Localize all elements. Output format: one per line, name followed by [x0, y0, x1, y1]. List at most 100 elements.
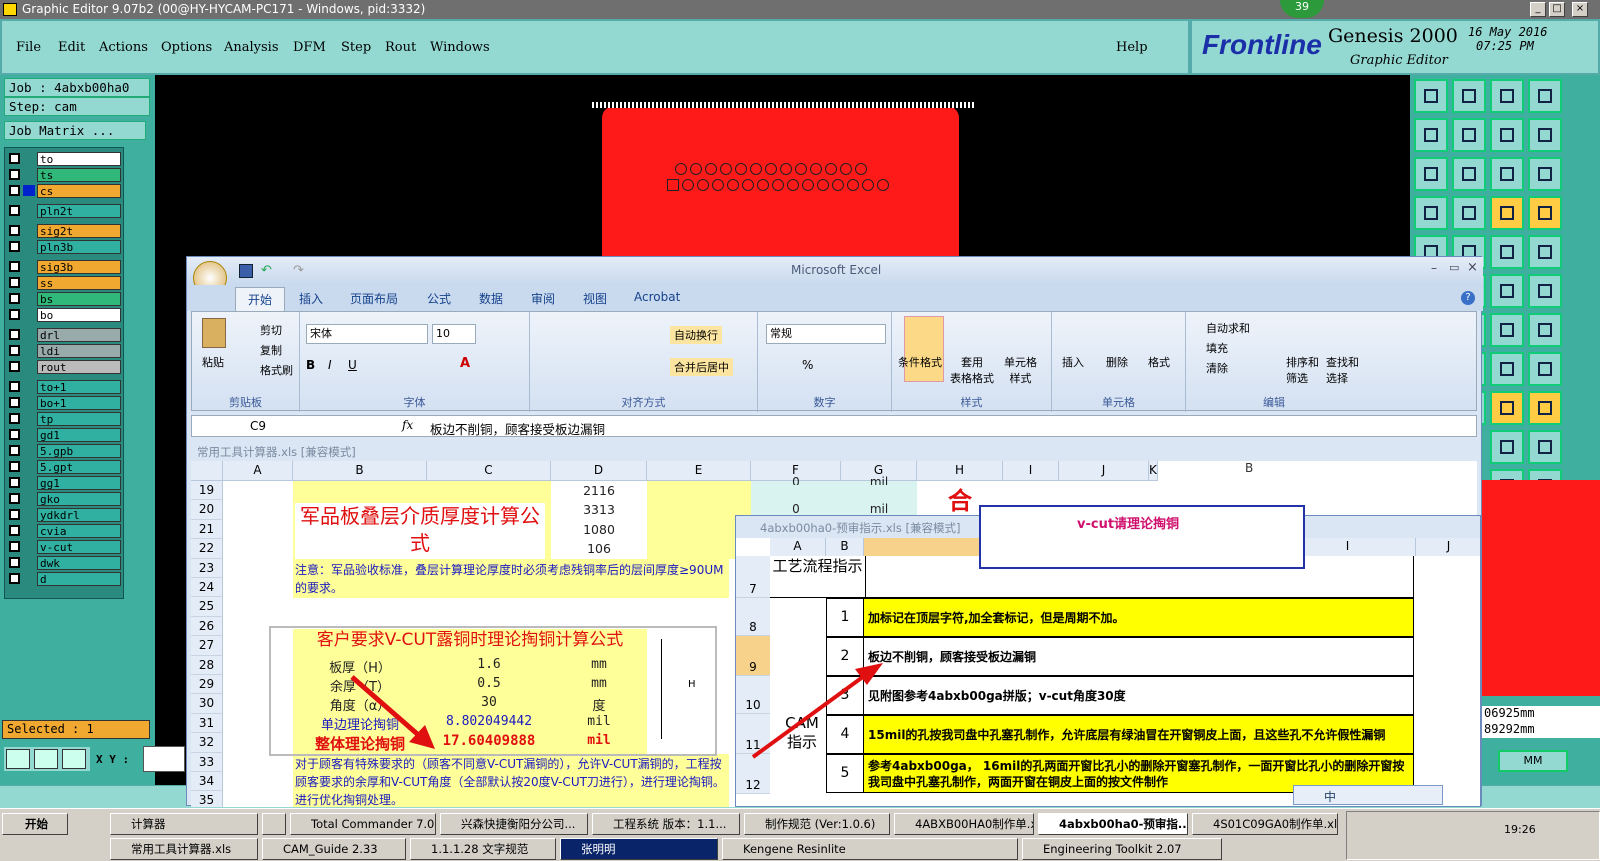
layer-row[interactable]: v-cut: [7, 540, 123, 554]
layer-row[interactable]: tp: [7, 412, 123, 426]
menu-analysis[interactable]: Analysis: [224, 40, 279, 55]
layer-row[interactable]: cs: [7, 184, 123, 198]
layer-row[interactable]: cvia: [7, 524, 123, 538]
layer-row[interactable]: d: [7, 572, 123, 586]
layer-checkbox[interactable]: [9, 225, 20, 236]
toolbar-button[interactable]: [1490, 352, 1524, 386]
layer-name[interactable]: cvia: [37, 524, 121, 538]
layer-row[interactable]: pln3b: [7, 240, 123, 254]
layer-checkbox[interactable]: [9, 277, 20, 288]
snap-icon[interactable]: [6, 749, 30, 769]
menu-dfm[interactable]: DFM: [293, 40, 326, 55]
taskbar-window-button[interactable]: Kengene Resinlite: [722, 838, 1018, 860]
layer-name[interactable]: dwk: [37, 556, 121, 570]
toolbar-button[interactable]: [1414, 79, 1448, 113]
layer-name[interactable]: d: [37, 572, 121, 586]
layer-affected-toggle[interactable]: [23, 261, 35, 272]
toolbar-button[interactable]: [1490, 157, 1524, 191]
layer-checkbox[interactable]: [9, 345, 20, 356]
layer-name[interactable]: ss: [37, 276, 121, 290]
toolbar-button[interactable]: [1490, 391, 1524, 425]
layer-checkbox[interactable]: [9, 557, 20, 568]
menu-edit[interactable]: Edit: [58, 40, 85, 55]
layer-affected-toggle[interactable]: [23, 225, 35, 236]
taskbar-window-button[interactable]: Engineering Toolkit 2.07: [1022, 838, 1222, 860]
layer-row[interactable]: ldi: [7, 344, 123, 358]
layer-checkbox[interactable]: [9, 309, 20, 320]
layer-affected-toggle[interactable]: [23, 509, 35, 520]
layer-name[interactable]: pln2t: [37, 204, 121, 218]
layer-name[interactable]: cs: [37, 184, 121, 198]
xy-input[interactable]: [143, 746, 185, 772]
menu-actions[interactable]: Actions: [99, 40, 148, 55]
layer-row[interactable]: gg1: [7, 476, 123, 490]
layer-name[interactable]: 5.gpb: [37, 444, 121, 458]
layer-checkbox[interactable]: [9, 381, 20, 392]
close-button[interactable]: ×: [1572, 2, 1588, 17]
layer-checkbox[interactable]: [9, 493, 20, 504]
layer-name[interactable]: bo: [37, 308, 121, 322]
toolbar-button[interactable]: [1414, 196, 1448, 230]
layer-name[interactable]: v-cut: [37, 540, 121, 554]
layer-checkbox[interactable]: [9, 413, 20, 424]
layer-name[interactable]: sig3b: [37, 260, 121, 274]
layer-row[interactable]: 5.gpb: [7, 444, 123, 458]
taskbar-window-button[interactable]: 4S01C09GA0制作单.xl...: [1192, 813, 1338, 835]
toolbar-button[interactable]: [1490, 79, 1524, 113]
toolbar-button[interactable]: [1414, 118, 1448, 152]
step-field[interactable]: Step: cam: [4, 97, 150, 116]
toolbar-button[interactable]: [1452, 196, 1486, 230]
layer-row[interactable]: dwk: [7, 556, 123, 570]
layer-name[interactable]: bo+1: [37, 396, 121, 410]
layer-checkbox[interactable]: [9, 361, 20, 372]
layer-name[interactable]: rout: [37, 360, 121, 374]
layer-row[interactable]: ss: [7, 276, 123, 290]
toolbar-button[interactable]: [1490, 235, 1524, 269]
layer-name[interactable]: ydkdrl: [37, 508, 121, 522]
layer-affected-toggle[interactable]: [23, 477, 35, 488]
layer-checkbox[interactable]: [9, 261, 20, 272]
layer-affected-toggle[interactable]: [23, 397, 35, 408]
toolbar-button[interactable]: [1414, 157, 1448, 191]
layer-name[interactable]: drl: [37, 328, 121, 342]
toolbar-button[interactable]: [1528, 79, 1562, 113]
layer-affected-toggle[interactable]: [23, 493, 35, 504]
menu-step[interactable]: Step: [341, 40, 371, 55]
layer-affected-toggle[interactable]: [23, 293, 35, 304]
job-field[interactable]: Job : 4abxb00ha0: [4, 78, 150, 97]
layer-row[interactable]: bo+1: [7, 396, 123, 410]
taskbar-window-button[interactable]: 张明明: [560, 838, 718, 860]
toolbar-button[interactable]: [1528, 313, 1562, 347]
layer-row[interactable]: gko: [7, 492, 123, 506]
layer-row[interactable]: to+1: [7, 380, 123, 394]
job-matrix-button[interactable]: Job Matrix ...: [4, 121, 146, 140]
grid-icon[interactable]: [62, 749, 86, 769]
layer-row[interactable]: bo: [7, 308, 123, 322]
maximize-button[interactable]: □: [1549, 2, 1565, 17]
layer-affected-toggle[interactable]: [23, 413, 35, 424]
layer-checkbox[interactable]: [9, 477, 20, 488]
taskbar-window-button[interactable]: 1.1.1.28 文字规范: [410, 838, 556, 860]
layer-row[interactable]: to: [7, 152, 123, 166]
layer-checkbox[interactable]: [9, 169, 20, 180]
layer-affected-toggle[interactable]: [23, 445, 35, 456]
layer-checkbox[interactable]: [9, 509, 20, 520]
taskbar-window-button[interactable]: Total Commander 7.0 ...: [290, 813, 436, 835]
layer-row[interactable]: ydkdrl: [7, 508, 123, 522]
taskbar-window-button[interactable]: 常用工具计算器.xls: [110, 838, 258, 860]
layer-name[interactable]: sig2t: [37, 224, 121, 238]
menu-help[interactable]: Help: [1116, 40, 1148, 55]
toolbar-button[interactable]: [1452, 157, 1486, 191]
layer-affected-toggle[interactable]: [23, 309, 35, 320]
layer-checkbox[interactable]: [9, 445, 20, 456]
layer-row[interactable]: sig3b: [7, 260, 123, 274]
layer-name[interactable]: gd1: [37, 428, 121, 442]
layer-name[interactable]: bs: [37, 292, 121, 306]
menu-windows[interactable]: Windows: [430, 40, 490, 55]
layer-row[interactable]: pln2t: [7, 204, 123, 218]
layer-affected-toggle[interactable]: [23, 241, 35, 252]
taskbar-window-button[interactable]: 工程系统 版本：1.1...: [592, 813, 740, 835]
layer-checkbox[interactable]: [9, 397, 20, 408]
layer-affected-toggle[interactable]: [23, 461, 35, 472]
layer-row[interactable]: sig2t: [7, 224, 123, 238]
